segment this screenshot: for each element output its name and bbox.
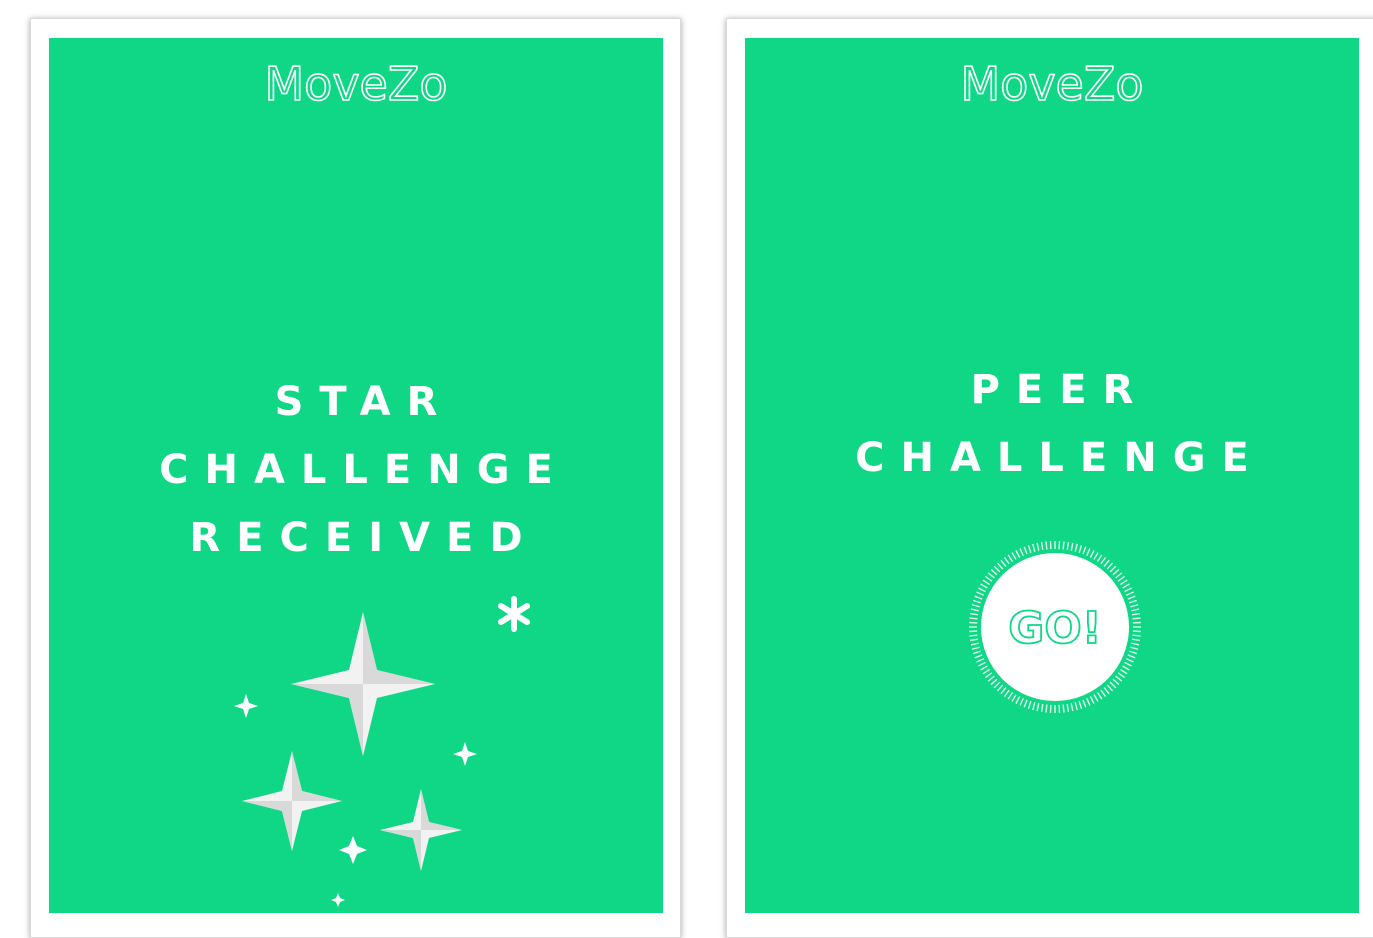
small-star-icon <box>380 789 462 871</box>
svg-text:MoveZo: MoveZo <box>264 57 447 111</box>
movezo-logo: MoveZo <box>49 52 663 112</box>
star-challenge-card: MoveZo STAR CHALLENGE RECEIVED <box>30 18 681 938</box>
star-challenge-screen: MoveZo STAR CHALLENGE RECEIVED <box>49 38 663 913</box>
large-star-icon <box>291 612 435 756</box>
svg-text:MoveZo: MoveZo <box>960 57 1143 111</box>
peer-challenge-headline: PEER CHALLENGE <box>745 356 1359 492</box>
headline-line-1: STAR <box>49 368 663 436</box>
peer-challenge-card: MoveZo PEER CHALLENGE GO! <box>726 18 1373 938</box>
headline-line-2: CHALLENGE <box>49 436 663 504</box>
asterisk-icon <box>501 599 527 629</box>
peer-challenge-screen: MoveZo PEER CHALLENGE GO! <box>745 38 1359 913</box>
go-button-label: GO! <box>1008 603 1102 654</box>
sparkle-stars-icon <box>49 558 663 913</box>
headline-line-2: CHALLENGE <box>745 424 1359 492</box>
go-button[interactable]: GO! <box>967 539 1143 715</box>
medium-star-icon <box>242 751 342 851</box>
headline-line-1: PEER <box>745 356 1359 424</box>
movezo-logo: MoveZo <box>745 52 1359 112</box>
star-challenge-headline: STAR CHALLENGE RECEIVED <box>49 368 663 572</box>
